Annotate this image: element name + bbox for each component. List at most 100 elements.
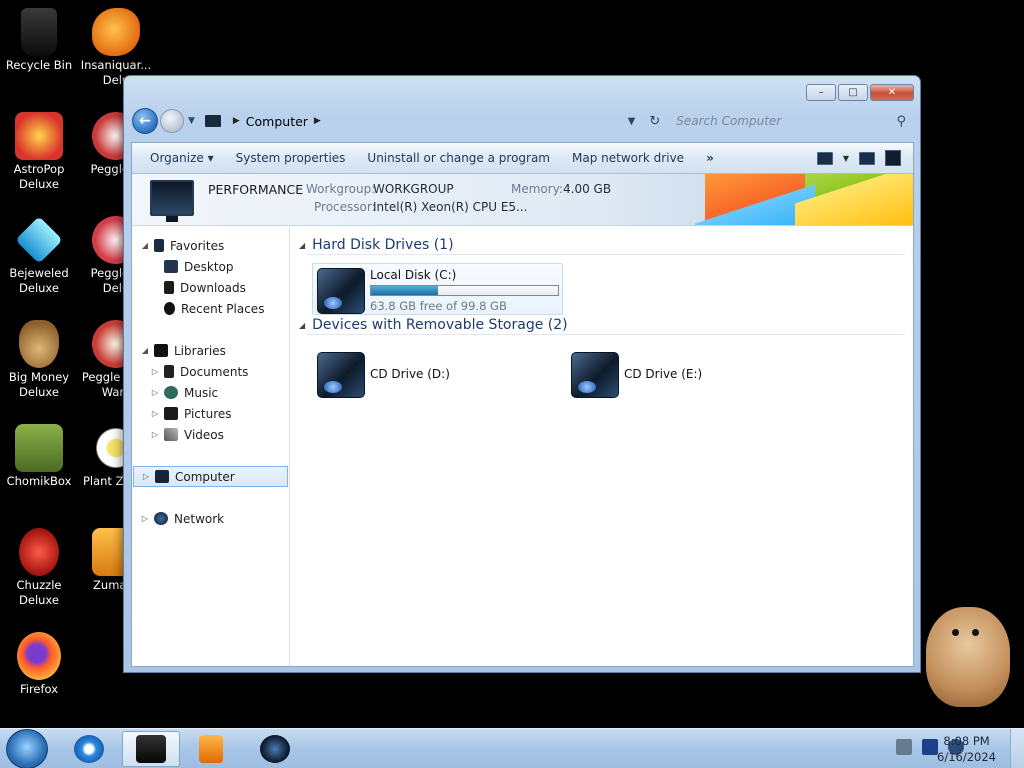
organize-button[interactable]: Organize ▾ (142, 151, 228, 165)
back-button[interactable]: ← (132, 108, 158, 134)
change-view-icon[interactable] (816, 151, 833, 165)
taskbar-network-app[interactable] (246, 731, 304, 767)
group-title: Hard Disk Drives (1) (312, 237, 454, 253)
map-network-drive-button[interactable]: Map network drive (564, 151, 698, 165)
breadcrumb-chevron-icon[interactable]: ▶ (233, 116, 240, 126)
search-icon[interactable]: ⚲ (896, 114, 906, 129)
taskbar-windows-explorer[interactable] (122, 731, 180, 767)
collapse-arrow-icon[interactable]: ◢ (140, 241, 150, 250)
group-header-hard-disk-drives[interactable]: ◢ Hard Disk Drives (1) (297, 235, 913, 255)
desktop-icon-astropop[interactable]: AstroPop Deluxe (0, 112, 78, 192)
desktop-icon-firefox[interactable]: Firefox (0, 632, 78, 697)
expand-arrow-icon[interactable]: ▷ (140, 514, 150, 523)
help-icon[interactable] (885, 150, 901, 166)
desktop-icon-chomikbox[interactable]: ChomikBox (0, 424, 78, 489)
desktop-icon-bejeweled[interactable]: Bejeweled Deluxe (0, 216, 78, 296)
goldfish-icon (92, 8, 140, 56)
tree-label: Network (174, 511, 225, 526)
tree-item-recent-places[interactable]: Recent Places (132, 298, 289, 319)
chuzzle-icon (19, 528, 59, 576)
group-header-removable-storage[interactable]: ◢ Devices with Removable Storage (2) (297, 315, 913, 335)
tray-action-center-icon[interactable] (896, 739, 912, 755)
expand-arrow-icon[interactable]: ▷ (150, 388, 160, 397)
internet-explorer-icon (74, 735, 104, 763)
desktop-icon-label: Recycle Bin (5, 58, 73, 72)
view-dropdown-icon[interactable]: ▼ (843, 154, 849, 163)
forward-button[interactable] (159, 109, 184, 133)
tree-item-network[interactable]: ▷ Network (132, 508, 289, 529)
cd-drive-icon (571, 352, 619, 398)
close-button[interactable]: ✕ (870, 84, 914, 101)
desktop-icon-recycle-bin[interactable]: Recycle Bin (0, 8, 78, 73)
clock-time: 8:08 PM (943, 734, 990, 748)
cd-drive-icon (317, 352, 365, 398)
tree-item-downloads[interactable]: Downloads (132, 277, 289, 298)
globe-icon (260, 735, 290, 763)
documents-icon (164, 365, 174, 378)
desktop-icon-big-money[interactable]: Big Money Deluxe (0, 320, 78, 400)
tree-item-documents[interactable]: ▷ Documents (132, 361, 289, 382)
astropop-icon (15, 112, 63, 160)
tray-network-icon[interactable] (922, 739, 938, 755)
drive-name: CD Drive (D:) (370, 367, 450, 381)
search-box[interactable]: Search Computer ⚲ (670, 109, 912, 133)
taskbar-clock[interactable]: 8:08 PM 6/16/2024 (937, 733, 996, 765)
drive-usage-fill (371, 286, 439, 295)
pictures-icon (164, 407, 178, 420)
drive-name: CD Drive (E:) (624, 367, 703, 381)
drive-cd-d[interactable]: CD Drive (D:) (317, 352, 450, 398)
address-dropdown-icon[interactable]: ▼ (628, 116, 636, 127)
expand-arrow-icon[interactable]: ▷ (150, 430, 160, 439)
group-title: Devices with Removable Storage (2) (312, 317, 568, 333)
desktop-icon-label: Bejeweled Deluxe (9, 266, 69, 295)
taskbar-internet-explorer[interactable] (60, 731, 118, 767)
money-bag-icon (19, 320, 59, 368)
recent-places-icon (164, 302, 175, 315)
breadcrumb-computer[interactable]: Computer (246, 114, 308, 129)
show-desktop-button[interactable] (1010, 729, 1024, 768)
desktop-icon-label: Firefox (19, 682, 59, 696)
tree-item-desktop[interactable]: Desktop (132, 256, 289, 277)
collapse-arrow-icon[interactable]: ◢ (299, 321, 305, 330)
preview-pane-icon[interactable] (859, 151, 875, 165)
workgroup-value: WORKGROUP (373, 182, 454, 196)
tree-item-libraries[interactable]: ◢ Libraries (132, 340, 289, 361)
collapse-arrow-icon[interactable]: ◢ (299, 241, 305, 250)
minimize-button[interactable]: – (806, 84, 836, 101)
recent-pages-dropdown[interactable]: ▼ (188, 116, 195, 126)
tree-item-videos[interactable]: ▷ Videos (132, 424, 289, 445)
more-commands-button[interactable]: » (698, 151, 722, 165)
explorer-content: Organize ▾ System properties Uninstall o… (131, 142, 914, 667)
tree-item-computer[interactable]: ▷ Computer (133, 466, 288, 487)
search-input[interactable]: Search Computer (676, 114, 781, 128)
music-icon (164, 386, 178, 399)
taskbar-media-player[interactable] (182, 731, 240, 767)
expand-arrow-icon[interactable]: ▷ (150, 367, 160, 376)
expand-arrow-icon[interactable]: ▷ (150, 409, 160, 418)
desktop-icon-chuzzle[interactable]: Chuzzle Deluxe (0, 528, 78, 608)
refresh-icon[interactable]: ↻ (649, 114, 660, 129)
expand-arrow-icon[interactable]: ▷ (141, 472, 151, 481)
start-button[interactable] (6, 729, 48, 768)
uninstall-program-button[interactable]: Uninstall or change a program (359, 151, 564, 165)
group-divider (307, 334, 905, 335)
address-bar[interactable]: ▶ Computer ▶ ▼ ↻ (201, 109, 660, 133)
workgroup-label: Workgroup: (306, 182, 376, 196)
hamster-eye (972, 629, 979, 636)
maximize-button[interactable]: □ (838, 84, 868, 101)
system-properties-button[interactable]: System properties (228, 151, 360, 165)
tree-item-pictures[interactable]: ▷ Pictures (132, 403, 289, 424)
memory-value: 4.00 GB (563, 182, 612, 196)
drive-local-disk-c[interactable]: Local Disk (C:) 63.8 GB free of 99.8 GB (317, 268, 559, 314)
collapse-arrow-icon[interactable]: ◢ (140, 346, 150, 355)
computer-icon (204, 115, 221, 127)
group-divider (307, 254, 905, 255)
tree-item-favorites[interactable]: ◢ Favorites (132, 235, 289, 256)
desktop-icon-label: Big Money Deluxe (8, 370, 70, 399)
hamster-gadget[interactable] (926, 607, 1010, 707)
tree-item-music[interactable]: ▷ Music (132, 382, 289, 403)
drive-cd-e[interactable]: CD Drive (E:) (571, 352, 702, 398)
desktop-icon-label: ChomikBox (6, 474, 72, 488)
tree-label: Music (184, 385, 219, 400)
breadcrumb-chevron-icon[interactable]: ▶ (314, 116, 321, 126)
